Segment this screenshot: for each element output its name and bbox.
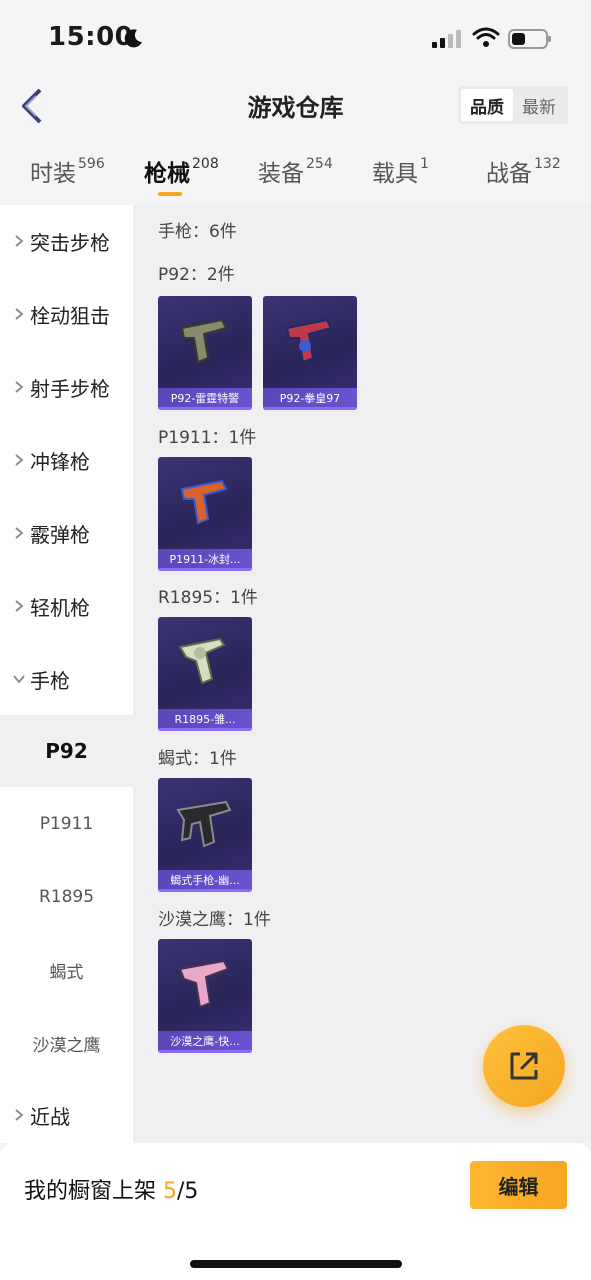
showcase-count: 我的橱窗上架 5/5	[24, 1173, 198, 1205]
pistol-summary: 手枪：6件	[158, 222, 237, 242]
sidebar-item-pistol[interactable]: 手枪	[0, 643, 133, 715]
sidebar-item-label: 突击步枪	[30, 230, 110, 255]
home-indicator	[190, 1260, 402, 1268]
item-name: R1895-雏...	[174, 713, 236, 726]
sort-quality[interactable]: 品质	[461, 89, 513, 121]
sidebar-sub-desert-eagle[interactable]: 沙漠之鹰	[0, 1007, 133, 1079]
tab-label: 枪械	[144, 161, 190, 187]
pistol-icon	[180, 318, 228, 364]
sidebar-item-marksman-rifle[interactable]: 射手步枪	[0, 351, 133, 423]
sidebar-item-assault-rifle[interactable]: 突击步枪	[0, 205, 133, 277]
sidebar-item-bolt-sniper[interactable]: 栓动狙击	[0, 278, 133, 350]
header: 游戏仓库 品质 最新	[0, 80, 591, 132]
sidebar-item-smg[interactable]: 冲锋枪	[0, 424, 133, 496]
showcase-label: 我的橱窗上架	[24, 1179, 157, 1204]
chevron-right-icon	[15, 454, 24, 466]
chevron-right-icon	[15, 527, 24, 539]
rarity-bar	[158, 1050, 252, 1053]
rarity-bar	[158, 568, 252, 571]
tab-vehicles[interactable]: 载具 1	[372, 154, 429, 188]
item-name: 沙漠之鹰-快...	[170, 1035, 240, 1048]
category-tabs: 时装 596 枪械 208 装备 254 载具 1 战备 132	[0, 150, 591, 200]
tab-firearms[interactable]: 枪械 208	[144, 154, 219, 188]
wifi-icon	[472, 27, 500, 47]
pistol-icon	[180, 479, 228, 525]
item-name: 蝎式手枪-幽...	[170, 874, 240, 887]
group-label-r1895: R1895：1件	[158, 588, 258, 608]
sort-newest[interactable]: 最新	[513, 89, 565, 121]
group-label-p92: P92：2件	[158, 265, 235, 285]
rarity-bar	[158, 407, 252, 410]
chevron-right-icon	[15, 1109, 24, 1121]
sort-toggle: 品质 最新	[458, 86, 568, 124]
sidebar-item-label: 射手步枪	[30, 376, 110, 401]
sidebar-sub-p92[interactable]: P92	[0, 715, 133, 787]
sidebar-item-label: 手枪	[30, 668, 70, 693]
sidebar-item-label: 冲锋枪	[30, 449, 90, 474]
item-card[interactable]: P92-拳皇97	[263, 296, 357, 410]
tab-label: 装备	[258, 161, 304, 187]
tab-label: 载具	[372, 161, 418, 187]
pistol-icon	[285, 318, 333, 364]
item-grid: 手枪：6件 P92：2件 P92-雷霆特警 P92-拳皇97 P1911：1件 …	[133, 205, 591, 1143]
tab-count: 596	[78, 156, 105, 173]
edit-button[interactable]: 编辑	[470, 1161, 567, 1209]
chevron-right-icon	[15, 381, 24, 393]
sidebar-item-label: 栓动狙击	[30, 303, 110, 328]
tab-costume[interactable]: 时装 596	[30, 154, 105, 188]
item-name: P92-雷霆特警	[170, 392, 240, 405]
item-card[interactable]: 沙漠之鹰-快...	[158, 939, 252, 1053]
chevron-down-icon	[13, 675, 25, 684]
item-card[interactable]: P1911-冰封...	[158, 457, 252, 571]
rarity-bar	[158, 889, 252, 892]
group-label-scorpion: 蝎式：1件	[158, 749, 237, 769]
chevron-right-icon	[15, 600, 24, 612]
group-label-desert-eagle: 沙漠之鹰：1件	[158, 910, 271, 930]
item-name: P92-拳皇97	[279, 392, 341, 405]
group-label-p1911: P1911：1件	[158, 428, 257, 448]
showcase-total: /5	[177, 1179, 199, 1204]
sidebar-sub-p1911[interactable]: P1911	[0, 788, 133, 860]
sidebar-item-label: 近战	[30, 1104, 70, 1129]
sidebar-item-label: 轻机枪	[30, 595, 90, 620]
showcase-current: 5	[163, 1179, 178, 1204]
tab-label: 战备	[486, 161, 532, 187]
pistol-icon	[178, 959, 230, 1009]
status-bar: 15:00	[0, 0, 591, 80]
share-button[interactable]	[483, 1025, 565, 1107]
tab-equipment[interactable]: 装备 254	[258, 154, 333, 188]
sidebar: 突击步枪 栓动狙击 射手步枪 冲锋枪 霰弹枪 轻机枪 手枪 P92 P1911 …	[0, 205, 133, 1143]
sidebar-item-melee[interactable]: 近战	[0, 1079, 133, 1151]
item-name: P1911-冰封...	[169, 553, 241, 566]
smg-icon	[176, 800, 232, 848]
revolver-icon	[178, 637, 226, 685]
tab-count: 208	[192, 156, 219, 173]
sidebar-sub-scorpion[interactable]: 蝎式	[0, 934, 133, 1006]
moon-icon	[124, 29, 142, 48]
tab-count: 132	[534, 156, 561, 173]
active-tab-indicator	[158, 192, 182, 196]
chevron-right-icon	[15, 308, 24, 320]
rarity-bar	[263, 407, 357, 410]
tab-label: 时装	[30, 161, 76, 187]
tab-tactical[interactable]: 战备 132	[486, 154, 561, 188]
rarity-bar	[158, 728, 252, 731]
tab-count: 254	[306, 156, 333, 173]
share-icon	[510, 1052, 538, 1080]
item-card[interactable]: P92-雷霆特警	[158, 296, 252, 410]
sidebar-item-shotgun[interactable]: 霰弹枪	[0, 497, 133, 569]
sidebar-item-lmg[interactable]: 轻机枪	[0, 570, 133, 642]
battery-icon	[508, 29, 551, 49]
item-card[interactable]: R1895-雏...	[158, 617, 252, 731]
sidebar-sub-r1895[interactable]: R1895	[0, 861, 133, 933]
status-time: 15:00	[48, 22, 134, 52]
sidebar-item-label: 霰弹枪	[30, 522, 90, 547]
bottom-bar: 我的橱窗上架 5/5 编辑	[0, 1143, 591, 1280]
item-card[interactable]: 蝎式手枪-幽...	[158, 778, 252, 892]
signal-icon	[432, 30, 461, 48]
chevron-right-icon	[15, 235, 24, 247]
tab-count: 1	[420, 156, 429, 173]
